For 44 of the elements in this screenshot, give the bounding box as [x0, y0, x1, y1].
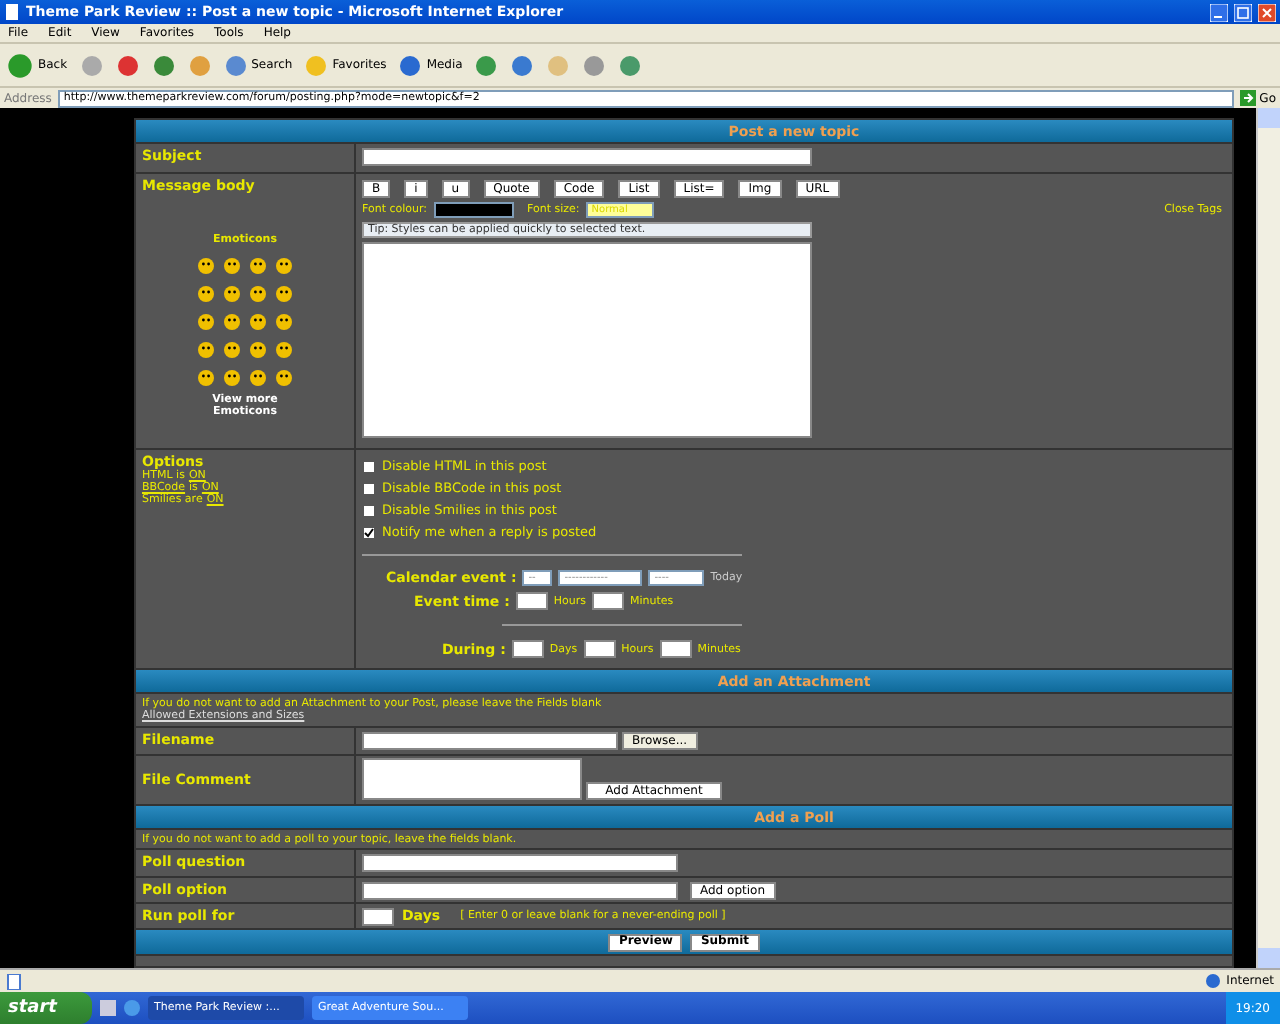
- poll-days-field[interactable]: [362, 907, 394, 925]
- emoticon-icon[interactable]: [276, 370, 292, 386]
- emoticon-icon[interactable]: [198, 314, 214, 330]
- duration-field[interactable]: [583, 640, 616, 658]
- emoticon-icon[interactable]: [224, 258, 240, 274]
- time-field[interactable]: [515, 592, 548, 610]
- time-field[interactable]: [592, 592, 625, 610]
- font-colour-select[interactable]: [433, 202, 514, 218]
- checkbox[interactable]: [362, 459, 376, 473]
- maximize-button[interactable]: [1234, 3, 1252, 21]
- checkbox[interactable]: [362, 525, 376, 539]
- duration-field[interactable]: [659, 640, 692, 658]
- emoticon-icon[interactable]: [224, 314, 240, 330]
- emoticon-icon[interactable]: [198, 342, 214, 358]
- poll-question-field[interactable]: [362, 854, 678, 872]
- emoticon-icon[interactable]: [276, 314, 292, 330]
- go-arrow-icon[interactable]: [1239, 90, 1256, 106]
- checkbox[interactable]: [362, 481, 376, 495]
- emoticon-icon[interactable]: [250, 370, 266, 386]
- minimize-button[interactable]: [1210, 3, 1228, 21]
- subject-field[interactable]: [362, 148, 812, 166]
- emoticon-icon[interactable]: [276, 286, 292, 302]
- page-icon: [4, 4, 20, 20]
- emoticon-icon[interactable]: [250, 286, 266, 302]
- emoticon-icon[interactable]: [276, 258, 292, 274]
- emoticon-icon[interactable]: [198, 258, 214, 274]
- emoticon-icon[interactable]: [224, 370, 240, 386]
- comment-textarea[interactable]: [362, 758, 582, 800]
- emoticon-icon[interactable]: [198, 370, 214, 386]
- checkbox[interactable]: [362, 503, 376, 517]
- emoticon-icon[interactable]: [250, 342, 266, 358]
- emoticon-icon[interactable]: [224, 286, 240, 302]
- emoticon-icon[interactable]: [276, 342, 292, 358]
- emoticon-icon[interactable]: [250, 258, 266, 274]
- duration-field[interactable]: [511, 640, 544, 658]
- poll-option-field[interactable]: [362, 882, 678, 900]
- message-textarea[interactable]: [362, 242, 812, 438]
- close-button[interactable]: [1258, 3, 1276, 21]
- emoticon-icon[interactable]: [250, 314, 266, 330]
- start-button[interactable]: start: [0, 992, 92, 1024]
- emoticon-icon[interactable]: [224, 342, 240, 358]
- emoticon-icon[interactable]: [198, 286, 214, 302]
- filename-field[interactable]: [362, 732, 618, 750]
- scrollbar[interactable]: [1256, 108, 1280, 968]
